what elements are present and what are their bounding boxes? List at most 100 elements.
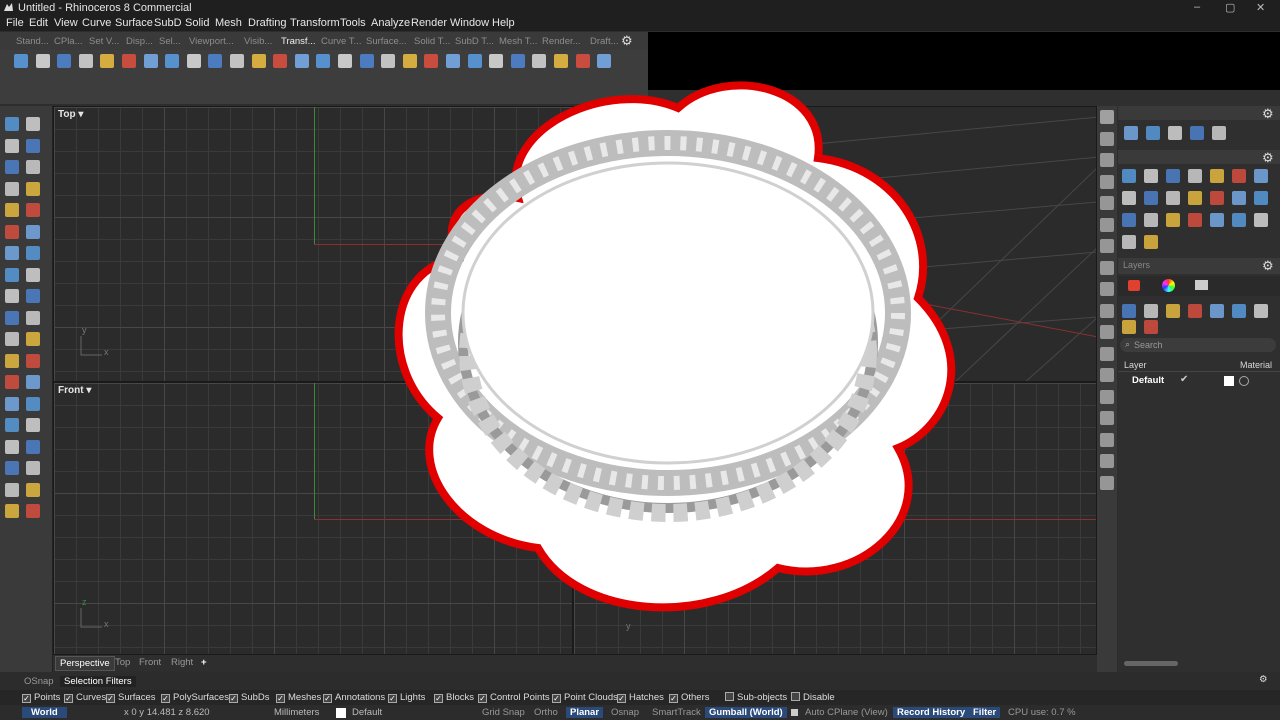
menu-analyze[interactable]: Analyze	[371, 17, 410, 29]
sidebar-tool-icon[interactable]	[5, 203, 19, 217]
gear-icon[interactable]: ⚙	[1262, 259, 1274, 272]
panel-tool-icon[interactable]	[1254, 304, 1268, 318]
sidebar-tool-icon[interactable]	[26, 375, 40, 389]
menu-window[interactable]: Window	[450, 17, 489, 29]
filter-toggle[interactable]: Filter	[969, 707, 1001, 718]
record-history-toggle[interactable]: Record History	[893, 707, 970, 718]
filter-sub-objects-checkbox[interactable]: Sub-objects	[725, 692, 787, 704]
tool-icon[interactable]	[1100, 174, 1114, 189]
gear-icon[interactable]: ⚙	[621, 34, 633, 47]
current-layer[interactable]: Default	[352, 707, 382, 718]
viewport-label-front[interactable]: Front ▾	[58, 385, 91, 396]
smarttrack-toggle[interactable]: SmartTrack	[652, 707, 701, 718]
menu-drafting[interactable]: Drafting	[248, 17, 287, 29]
sidebar-tool-icon[interactable]	[5, 246, 19, 260]
transform-tool-icon[interactable]	[14, 54, 28, 68]
tool-icon[interactable]	[1100, 153, 1114, 167]
viewport-label-top[interactable]: Top ▾	[58, 109, 83, 120]
sidebar-tool-icon[interactable]	[26, 267, 40, 282]
checkbox-icon[interactable]: ✓	[323, 694, 332, 703]
panel-tool-icon[interactable]	[1232, 191, 1246, 205]
menu-render[interactable]: Render	[411, 17, 447, 29]
checkbox-icon[interactable]	[791, 692, 800, 701]
transform-tool-icon[interactable]	[446, 54, 460, 68]
sidebar-tool-icon[interactable]	[26, 138, 40, 153]
menu-file[interactable]: File	[6, 17, 24, 29]
panel-tool-icon[interactable]	[1122, 213, 1136, 227]
filter-point-clouds-checkbox[interactable]: ✓ Point Clouds	[552, 692, 618, 704]
menu-transform[interactable]: Transform	[290, 17, 340, 29]
menu-tools[interactable]: Tools	[340, 17, 366, 29]
filter-polysurfaces-checkbox[interactable]: ✓ PolySurfaces	[161, 692, 229, 704]
sidebar-tool-icon[interactable]	[5, 310, 19, 325]
panel-tool-icon[interactable]	[1166, 304, 1180, 318]
sidebar-tool-icon[interactable]	[5, 461, 19, 475]
tab-cplanes[interactable]: CPla...	[54, 36, 83, 47]
panel-tool-icon[interactable]	[1168, 126, 1182, 140]
transform-tool-icon[interactable]	[100, 54, 115, 68]
transform-tool-icon[interactable]	[381, 54, 396, 68]
menu-subd[interactable]: SubD	[154, 17, 182, 29]
tool-icon[interactable]	[1100, 432, 1114, 447]
transform-tool-icon[interactable]	[143, 54, 158, 68]
filter-hatches-checkbox[interactable]: ✓ Hatches	[617, 692, 664, 704]
add-viewport-button[interactable]: +	[201, 657, 207, 668]
planar-toggle[interactable]: Planar	[566, 707, 604, 718]
filter-lights-checkbox[interactable]: ✓ Lights	[388, 692, 425, 704]
sidebar-tool-icon[interactable]	[5, 504, 19, 518]
transform-tool-icon[interactable]	[489, 54, 504, 68]
transform-tool-icon[interactable]	[251, 54, 266, 68]
transform-tool-icon[interactable]	[554, 54, 568, 68]
sidebar-tool-icon[interactable]	[5, 138, 19, 153]
checkbox-icon[interactable]: ✓	[106, 694, 115, 703]
osnap-toggle[interactable]: Osnap	[611, 707, 639, 718]
tab-select[interactable]: Sel...	[159, 36, 181, 47]
gumball-toggle[interactable]: Gumball (World)	[705, 707, 787, 718]
tool-icon[interactable]	[1100, 303, 1114, 318]
transform-tool-icon[interactable]	[122, 54, 136, 68]
transform-tool-icon[interactable]	[597, 54, 612, 68]
filter-meshes-checkbox[interactable]: ✓ Meshes	[276, 692, 321, 704]
panel-tool-icon[interactable]	[1122, 304, 1136, 318]
panel-tool-icon[interactable]	[1146, 126, 1160, 140]
tab-subd-tools[interactable]: SubD T...	[455, 36, 494, 47]
tool-icon[interactable]	[1100, 368, 1114, 382]
panel-tool-icon[interactable]	[1166, 191, 1180, 205]
sidebar-tool-icon[interactable]	[26, 332, 40, 346]
materials-tab-icon[interactable]	[1162, 279, 1175, 292]
tool-icon[interactable]	[1100, 389, 1114, 404]
panel-tool-icon[interactable]	[1254, 169, 1268, 183]
panel-tool-icon[interactable]	[1122, 235, 1136, 249]
filter-blocks-checkbox[interactable]: ✓ Blocks	[434, 692, 474, 704]
filter-surfaces-checkbox[interactable]: ✓ Surfaces	[106, 692, 156, 704]
layer-search-input[interactable]: ⌕ Search	[1120, 338, 1276, 352]
checkbox-icon[interactable]: ✓	[161, 694, 170, 703]
transform-tool-icon[interactable]	[165, 54, 180, 68]
panel-tool-icon[interactable]	[1122, 169, 1136, 183]
transform-tool-icon[interactable]	[532, 54, 547, 68]
panel-tool-icon[interactable]	[1124, 126, 1138, 140]
tool-icon[interactable]	[1100, 239, 1114, 253]
sidebar-tool-icon[interactable]	[26, 224, 40, 239]
checkbox-icon[interactable]: ✓	[64, 694, 73, 703]
tab-curve-tools[interactable]: Curve T...	[321, 36, 361, 47]
transform-tool-icon[interactable]	[208, 54, 223, 68]
transform-tool-icon[interactable]	[57, 54, 72, 68]
panel-tool-icon[interactable]	[1254, 191, 1268, 205]
sidebar-tool-icon[interactable]	[5, 396, 19, 411]
panel-tool-icon[interactable]	[1144, 169, 1158, 183]
panel-tool-icon[interactable]	[1254, 213, 1268, 227]
tab-surface-tools[interactable]: Surface...	[366, 36, 407, 47]
sidebar-tool-icon[interactable]	[5, 482, 19, 497]
tab-top[interactable]: Top	[115, 657, 130, 668]
sidebar-tool-icon[interactable]	[5, 439, 19, 454]
menu-view[interactable]: View	[54, 17, 78, 29]
menu-solid[interactable]: Solid	[185, 17, 209, 29]
tab-selection-filters[interactable]: Selection Filters	[60, 676, 136, 687]
panel-tool-icon[interactable]	[1210, 191, 1224, 205]
sidebar-tool-icon[interactable]	[26, 181, 40, 196]
tool-icon[interactable]	[1100, 475, 1114, 490]
checkbox-icon[interactable]: ✓	[229, 694, 238, 703]
checkbox-icon[interactable]: ✓	[22, 694, 31, 703]
panel-tool-icon[interactable]	[1232, 213, 1246, 227]
